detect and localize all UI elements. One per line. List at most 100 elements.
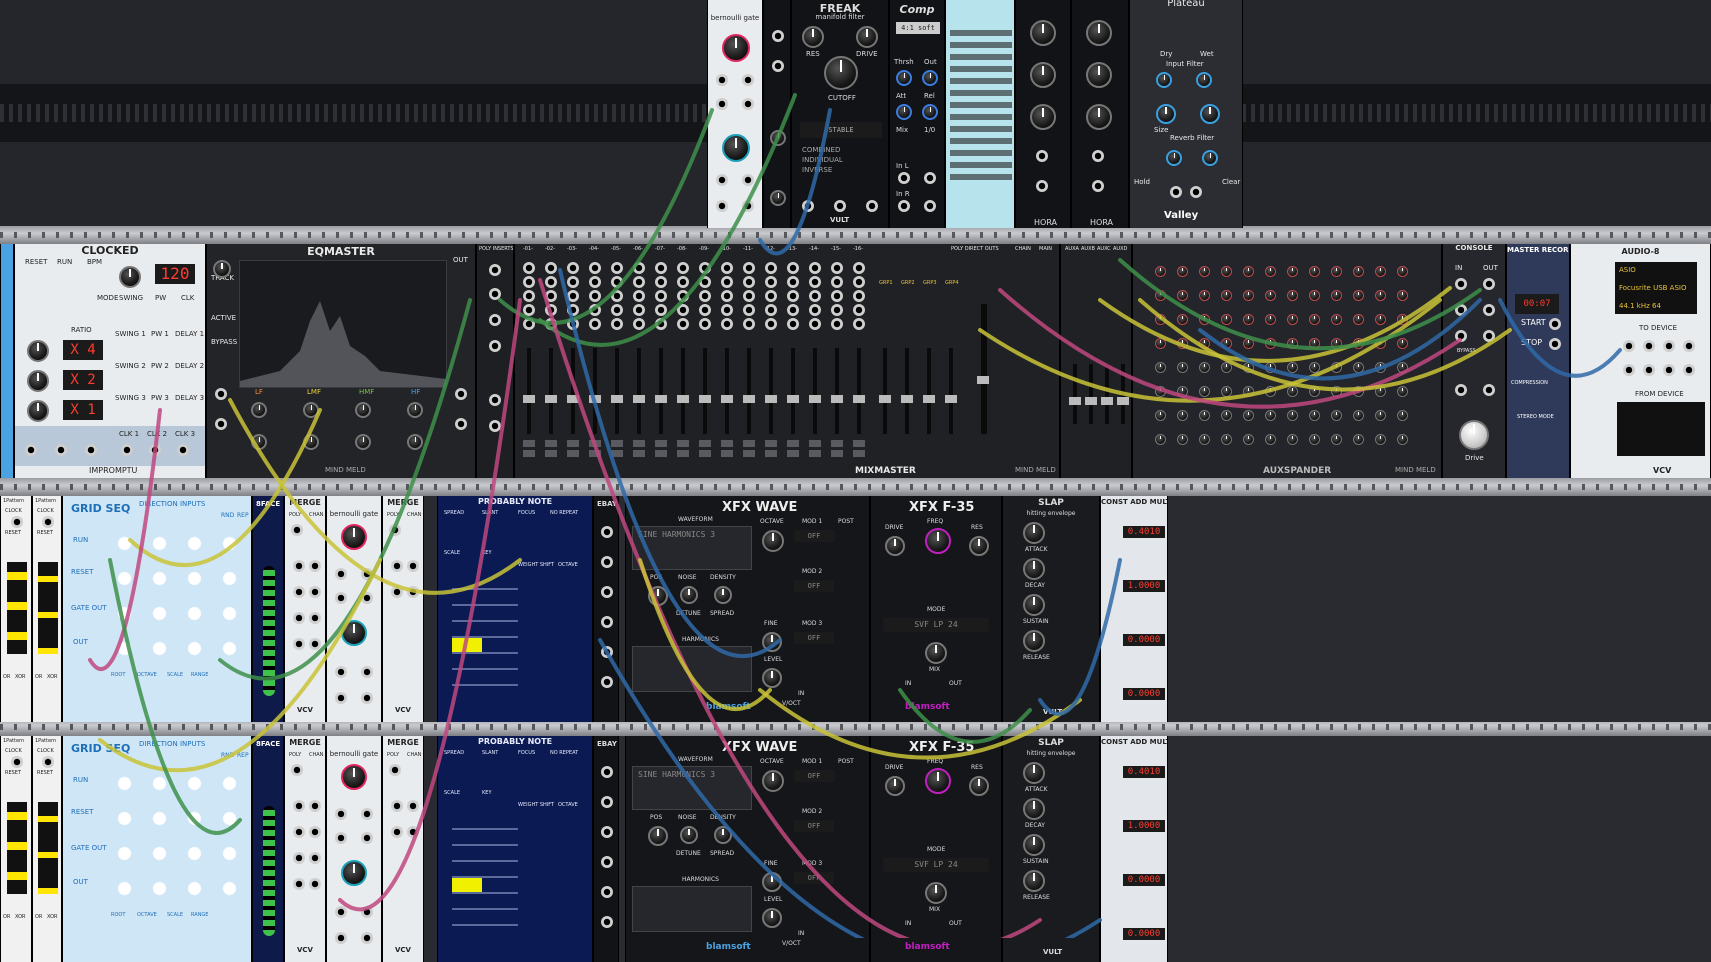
track-knob[interactable] [213, 260, 231, 278]
module-comp[interactable]: Comp 4:1 soft Thrsh Out Att Rel Mix 1/0 … [889, 0, 945, 228]
output-jack[interactable] [866, 200, 878, 212]
mute-button[interactable] [545, 440, 557, 447]
aux-send-knob[interactable] [1221, 410, 1232, 421]
track-input-jack[interactable] [589, 290, 601, 302]
module-bernoulli-gate[interactable]: bernoulli gate [326, 736, 382, 962]
jack[interactable] [601, 646, 613, 658]
track-input-jack[interactable] [567, 276, 579, 288]
track-input-jack[interactable] [545, 318, 557, 330]
aux-send-knob[interactable] [1375, 410, 1386, 421]
track-input-jack[interactable] [523, 276, 535, 288]
res-knob[interactable] [802, 26, 824, 48]
group-fader[interactable] [923, 348, 935, 434]
track-input-jack[interactable] [567, 304, 579, 316]
jack[interactable] [601, 796, 613, 808]
track-input-jack[interactable] [611, 318, 623, 330]
module-bernoulli-gate[interactable]: bernoulli gate [326, 496, 382, 722]
solo-button[interactable] [589, 450, 601, 457]
sustain-knob[interactable] [1023, 834, 1045, 856]
poly-out-jack[interactable] [291, 524, 303, 536]
track-input-jack[interactable] [699, 262, 711, 274]
aux-send-knob[interactable] [1287, 386, 1298, 397]
input-high-knob[interactable] [1196, 72, 1212, 88]
aux-send-knob[interactable] [1353, 410, 1364, 421]
gain-knob-hf[interactable] [407, 434, 423, 450]
probability-knob[interactable] [722, 134, 750, 162]
track-input-jack[interactable] [831, 290, 843, 302]
clk2-jack[interactable] [149, 444, 161, 456]
aux-send-knob[interactable] [1177, 266, 1188, 277]
aux-send-knob[interactable] [1199, 338, 1210, 349]
harmonics-display[interactable] [632, 646, 752, 692]
track-input-jack[interactable] [567, 318, 579, 330]
aux-send-knob[interactable] [1221, 386, 1232, 397]
decay-knob[interactable] [1023, 798, 1045, 820]
mute-button[interactable] [699, 440, 711, 447]
jack[interactable] [601, 616, 613, 628]
level-knob[interactable] [762, 908, 782, 928]
clock-jack[interactable] [11, 516, 23, 528]
reset-jack[interactable] [25, 444, 37, 456]
aux-send-knob[interactable] [1375, 290, 1386, 301]
aux-send-knob[interactable] [1287, 290, 1298, 301]
knob[interactable] [1030, 62, 1056, 88]
aux-send-knob[interactable] [1177, 338, 1188, 349]
cv-jack[interactable] [1483, 384, 1495, 396]
aux-send-knob[interactable] [1397, 290, 1408, 301]
input-jack[interactable] [215, 418, 227, 430]
band-hmf[interactable]: HMF [359, 388, 374, 396]
out-jack[interactable] [1483, 304, 1495, 316]
freq-knob-hmf[interactable] [355, 402, 371, 418]
track-fader[interactable] [721, 348, 733, 434]
mute-button[interactable] [831, 440, 843, 447]
track-input-jack[interactable] [699, 290, 711, 302]
band-lmf[interactable]: LMF [307, 388, 321, 396]
input-r-jack[interactable] [898, 200, 910, 212]
start-button[interactable] [1549, 318, 1561, 330]
aux-send-knob[interactable] [1309, 290, 1320, 301]
poly-out-jack[interactable] [291, 764, 303, 776]
aux-send-knob[interactable] [1199, 410, 1210, 421]
mod1-display[interactable]: OFF [794, 530, 834, 542]
aux-send-knob[interactable] [1221, 362, 1232, 373]
output-jack[interactable] [361, 932, 373, 944]
input-jack[interactable] [716, 174, 728, 186]
out-jack[interactable] [1483, 330, 1495, 342]
aux-send-knob[interactable] [1309, 410, 1320, 421]
input-jack[interactable] [802, 200, 814, 212]
freq-knob[interactable] [925, 768, 951, 794]
track-input-jack[interactable] [611, 262, 623, 274]
mod1-display[interactable]: OFF [794, 770, 834, 782]
aux-send-knob[interactable] [1287, 266, 1298, 277]
aux-send-knob[interactable] [1221, 314, 1232, 325]
track-input-jack[interactable] [545, 304, 557, 316]
aux-send-knob[interactable] [1309, 386, 1320, 397]
track-input-jack[interactable] [633, 318, 645, 330]
ratio-select[interactable]: 4:1 soft [896, 22, 940, 34]
module-merge[interactable]: MERGE POLY CHAN VCV [382, 496, 424, 722]
track-input-jack[interactable] [743, 276, 755, 288]
input-jack[interactable] [335, 906, 347, 918]
track-input-jack[interactable] [677, 290, 689, 302]
merge-in-jack[interactable] [309, 612, 321, 624]
module-hora-1[interactable]: HORA [1015, 0, 1071, 228]
aux-send-knob[interactable] [1331, 266, 1342, 277]
aux-send-knob[interactable] [1287, 410, 1298, 421]
track-input-jack[interactable] [809, 276, 821, 288]
track-fader[interactable] [677, 348, 689, 434]
aux-send-knob[interactable] [1331, 362, 1342, 373]
aux-send-knob[interactable] [1221, 338, 1232, 349]
res-knob[interactable] [969, 776, 989, 796]
gain-knob-lmf[interactable] [303, 434, 319, 450]
aux-send-knob[interactable] [1375, 386, 1386, 397]
aux-send-knob[interactable] [1309, 434, 1320, 445]
aux-send-knob[interactable] [1243, 410, 1254, 421]
track-input-jack[interactable] [831, 304, 843, 316]
module-master-recorder[interactable]: MASTER RECORDER 2 00:07 START STOP COMPR… [1506, 244, 1570, 478]
mute-button[interactable] [677, 440, 689, 447]
track-input-jack[interactable] [545, 290, 557, 302]
track-input-jack[interactable] [655, 290, 667, 302]
aux-fader[interactable] [1117, 364, 1129, 424]
track-input-jack[interactable] [699, 304, 711, 316]
aux-send-knob[interactable] [1375, 266, 1386, 277]
